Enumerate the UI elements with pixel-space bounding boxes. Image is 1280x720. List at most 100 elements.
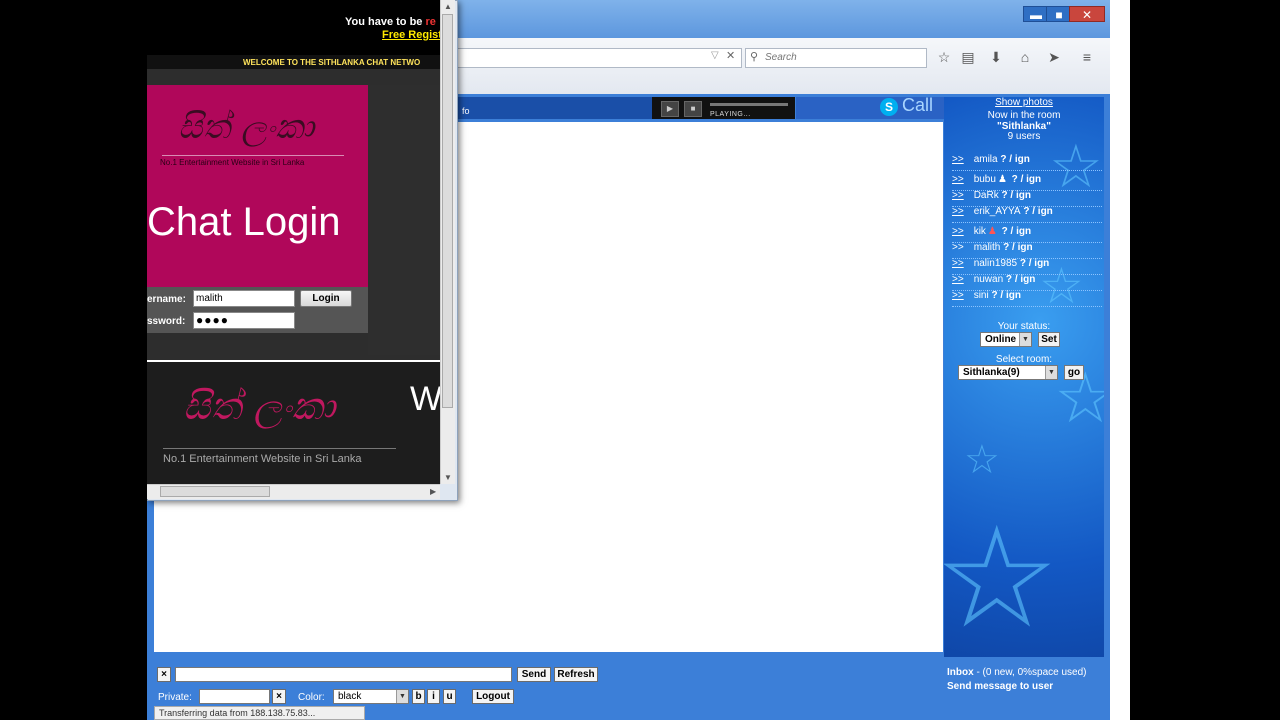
header-text: fo	[462, 106, 470, 116]
user-name[interactable]: kik	[974, 226, 986, 237]
show-photos-link[interactable]: Show photos	[944, 97, 1104, 108]
user-avatar-icon: ♟	[987, 226, 997, 237]
color-select[interactable]: black ▼	[333, 689, 409, 704]
user-query[interactable]: ? /	[1017, 258, 1034, 269]
user-query[interactable]: ? /	[999, 226, 1016, 237]
user-query[interactable]: ? /	[989, 290, 1006, 301]
user-name[interactable]: amila	[974, 154, 998, 165]
user-row[interactable]: >> malith ? / ign	[952, 242, 1102, 259]
user-arrow-link[interactable]: >>	[952, 242, 964, 253]
message-input[interactable]	[175, 667, 512, 682]
user-query[interactable]: ? /	[1003, 274, 1020, 285]
status-select[interactable]: Online ▼	[980, 332, 1032, 347]
go-button[interactable]: go	[1064, 365, 1084, 380]
skype-icon[interactable]: S	[880, 98, 898, 116]
send-button[interactable]: Send	[517, 667, 551, 682]
user-arrow-link[interactable]: >>	[952, 290, 964, 301]
star-icon[interactable]: ☆	[935, 49, 953, 66]
send-message-to-user-link[interactable]: Send message to user	[947, 681, 1053, 692]
user-row[interactable]: >> nalin1985 ? / ign	[952, 258, 1102, 275]
user-row[interactable]: >> nuwan ? / ign	[952, 274, 1102, 291]
user-query[interactable]: ? /	[1021, 206, 1038, 217]
user-row[interactable]: >> amila ? / ign	[952, 154, 1102, 171]
close-button[interactable]: ✕	[1069, 6, 1105, 22]
user-arrow-link[interactable]: >>	[952, 154, 964, 165]
ignore-link[interactable]: ign	[1016, 190, 1031, 201]
ignore-link[interactable]: ign	[1016, 226, 1031, 237]
free-registration-link[interactable]: Free Regist	[382, 29, 442, 41]
bookmarks-icon[interactable]: ▤	[959, 49, 977, 66]
user-arrow-link[interactable]: >>	[952, 190, 964, 201]
user-arrow-link[interactable]: >>	[952, 226, 964, 237]
password-field[interactable]: ●●●●	[193, 312, 295, 329]
notice-text: You have to be	[345, 16, 426, 28]
user-arrow-link[interactable]: >>	[952, 258, 964, 269]
username-field[interactable]: malith	[193, 290, 295, 307]
user-query[interactable]: ? /	[998, 154, 1015, 165]
user-name[interactable]: bubu	[974, 174, 996, 185]
send-icon[interactable]: ➤	[1045, 49, 1063, 66]
stop-icon[interactable]: ■	[684, 101, 702, 117]
user-row[interactable]: >> bubu ♟ ? / ign	[952, 174, 1102, 191]
star-decoration: ☆	[944, 499, 1060, 656]
clear-private-button[interactable]: ×	[272, 689, 286, 704]
menu-icon[interactable]: ≡	[1078, 49, 1096, 65]
italic-button[interactable]: i	[427, 689, 440, 704]
user-query[interactable]: ? /	[1000, 242, 1017, 253]
login-button[interactable]: Login	[300, 290, 352, 307]
user-arrow-link[interactable]: >>	[952, 174, 964, 185]
user-name[interactable]: erik_AYYA	[974, 206, 1021, 217]
user-row[interactable]: >> kik ♟ ? / ign	[952, 226, 1102, 243]
registration-notice: You have to be re	[345, 16, 436, 28]
user-row[interactable]: >> erik_AYYA ? / ign	[952, 206, 1102, 223]
ignore-link[interactable]: ign	[1034, 258, 1049, 269]
user-name[interactable]: nalin1985	[974, 258, 1017, 269]
chevron-down-icon[interactable]: ▼	[1019, 333, 1031, 346]
inbox-link[interactable]: Inbox	[947, 667, 974, 678]
bold-button[interactable]: b	[412, 689, 425, 704]
chevron-down-icon[interactable]: ▼	[396, 690, 408, 703]
scroll-down-icon[interactable]: ▼	[444, 473, 452, 482]
private-input[interactable]	[199, 689, 270, 704]
scroll-up-icon[interactable]: ▲	[444, 2, 452, 11]
user-name[interactable]: DaRk	[974, 190, 999, 201]
scroll-right-icon[interactable]: ▶	[430, 487, 436, 496]
underline-button[interactable]: u	[443, 689, 456, 704]
chevron-down-icon[interactable]: ▽	[711, 50, 719, 61]
logout-button[interactable]: Logout	[472, 689, 514, 704]
refresh-button[interactable]: Refresh	[554, 667, 598, 682]
password-label: ssword:	[147, 316, 186, 327]
ignore-link[interactable]: ign	[1020, 274, 1035, 285]
url-bar[interactable]	[447, 48, 742, 68]
close-icon[interactable]: ✕	[726, 49, 735, 62]
ignore-link[interactable]: ign	[1038, 206, 1053, 217]
chevron-down-icon[interactable]: ▼	[1045, 366, 1057, 379]
download-icon[interactable]: ⬇	[987, 49, 1005, 66]
user-row[interactable]: >> DaRk ? / ign	[952, 190, 1102, 207]
user-name[interactable]: nuwan	[974, 274, 1003, 285]
play-icon[interactable]: ▶	[661, 101, 679, 117]
user-count: 9 users	[1007, 131, 1041, 142]
skype-call-button[interactable]: Call	[902, 95, 933, 116]
popup-horizontal-scroll-thumb[interactable]	[160, 486, 270, 497]
user-query[interactable]: ? /	[999, 190, 1016, 201]
ignore-link[interactable]: ign	[1015, 154, 1030, 165]
user-query[interactable]: ? /	[1009, 174, 1026, 185]
inbox-detail: - (0 new, 0%space used)	[973, 667, 1087, 678]
player-progress[interactable]	[710, 103, 788, 106]
ignore-link[interactable]: ign	[1018, 242, 1033, 253]
ignore-link[interactable]: ign	[1006, 290, 1021, 301]
inbox-status[interactable]: Inbox - (0 new, 0%space used)	[947, 667, 1087, 678]
set-status-button[interactable]: Set	[1038, 332, 1060, 347]
user-name[interactable]: sini	[974, 290, 989, 301]
home-icon[interactable]: ⌂	[1016, 49, 1034, 65]
ignore-link[interactable]: ign	[1026, 174, 1041, 185]
notice-link[interactable]: re	[425, 16, 435, 28]
user-row[interactable]: >> sini ? / ign	[952, 290, 1102, 307]
user-name[interactable]: malith	[974, 242, 1001, 253]
user-arrow-link[interactable]: >>	[952, 274, 964, 285]
popup-vertical-scroll-thumb[interactable]	[442, 14, 453, 408]
room-select[interactable]: Sithlanka(9) ▼	[958, 365, 1058, 380]
clear-message-button[interactable]: ×	[157, 667, 171, 682]
user-arrow-link[interactable]: >>	[952, 206, 964, 217]
